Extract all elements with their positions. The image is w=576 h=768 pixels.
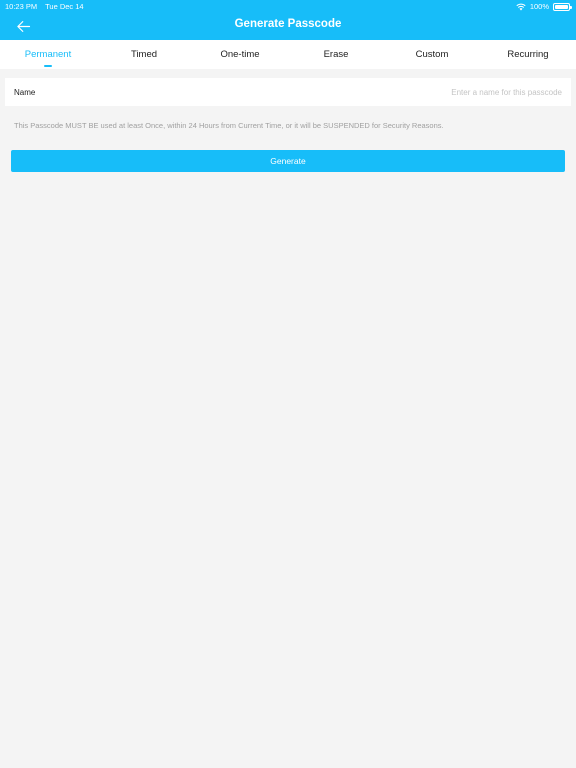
tab-label: Timed — [130, 49, 158, 60]
battery-percent: 100% — [529, 2, 549, 11]
tab-label: Erase — [323, 49, 349, 60]
status-date: Tue Dec 14 — [45, 2, 84, 11]
tab-erase[interactable]: Erase — [288, 40, 384, 69]
active-tab-indicator — [44, 65, 52, 67]
tab-label: Custom — [415, 49, 449, 60]
status-time: 10:23 PM — [5, 2, 38, 11]
tab-label: Permanent — [24, 49, 72, 60]
status-left: 10:23 PM Tue Dec 14 — [5, 2, 84, 11]
status-bar: 10:23 PM Tue Dec 14 100% — [0, 0, 576, 12]
passcode-type-tabs: Permanent Timed One-time Erase Custom Re… — [0, 40, 576, 69]
tab-label: One-time — [220, 49, 260, 60]
tab-custom[interactable]: Custom — [384, 40, 480, 69]
name-input[interactable] — [302, 87, 562, 97]
tab-one-time[interactable]: One-time — [192, 40, 288, 69]
tab-recurring[interactable]: Recurring — [480, 40, 576, 69]
app-header: 10:23 PM Tue Dec 14 100% Generate Passco… — [0, 0, 576, 40]
generate-button[interactable]: Generate — [11, 150, 565, 172]
tab-label: Recurring — [507, 49, 549, 60]
page-title: Generate Passcode — [234, 18, 342, 30]
security-notice: This Passcode MUST BE used at least Once… — [14, 121, 444, 130]
name-label: Name — [14, 87, 36, 97]
name-row: Name — [5, 78, 571, 106]
status-right: 100% — [516, 2, 572, 11]
tab-permanent[interactable]: Permanent — [0, 40, 96, 69]
battery-icon — [553, 2, 572, 11]
wifi-icon — [516, 3, 526, 10]
tab-timed[interactable]: Timed — [96, 40, 192, 69]
nav-bar: Generate Passcode — [0, 12, 576, 40]
